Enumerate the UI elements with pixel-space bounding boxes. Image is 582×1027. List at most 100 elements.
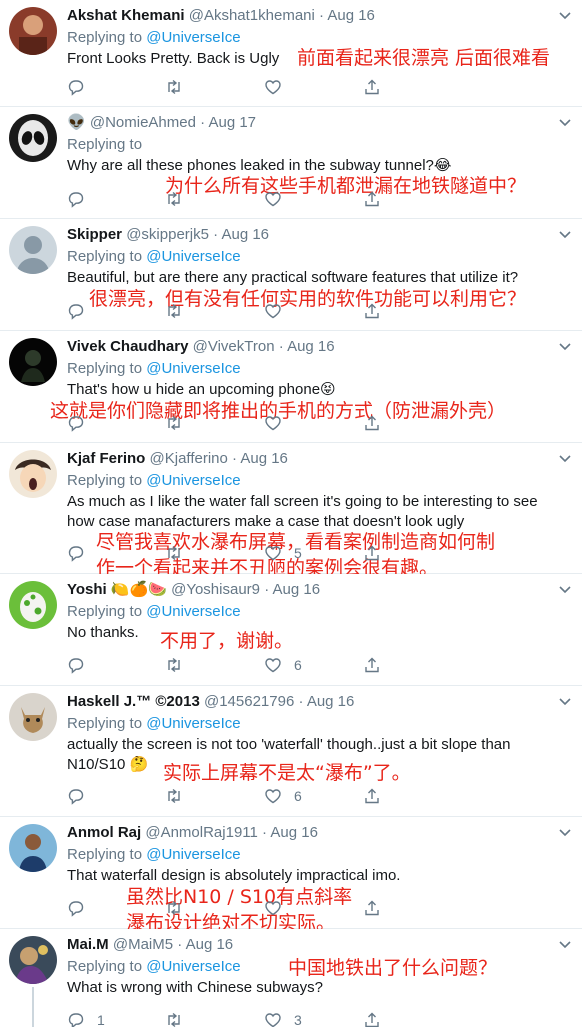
display-name[interactable]: Skipper [67,226,122,243]
avatar[interactable] [9,338,57,386]
share-button[interactable] [363,1010,381,1027]
display-name[interactable]: Kjaf Ferino [67,450,145,467]
share-button[interactable] [363,301,381,321]
avatar[interactable] [9,581,57,629]
user-handle[interactable]: @AnmolRaj1911 [145,824,258,841]
display-name[interactable]: Haskell J.™ ©2013 [67,693,200,710]
avatar[interactable] [9,824,57,872]
retweet-button[interactable] [165,189,195,209]
chevron-down-icon[interactable] [558,8,572,22]
display-name[interactable]: Vivek Chaudhary [67,338,188,355]
avatar[interactable] [9,7,57,55]
mention-link[interactable]: @UniverseIce [146,846,240,863]
tweet-actions [67,898,387,918]
retweet-button[interactable] [165,301,195,321]
reply-button[interactable] [67,413,97,433]
retweet-button[interactable] [165,786,195,806]
share-button[interactable] [363,413,381,433]
mention-link[interactable]: @UniverseIce [146,715,240,732]
reply-button[interactable] [67,786,97,806]
retweet-button[interactable] [165,1010,195,1027]
separator-dot: · [213,226,219,243]
mention-link[interactable]: @UniverseIce [146,472,240,489]
like-button[interactable]: 6 [264,655,302,675]
chevron-down-icon[interactable] [558,937,572,951]
tweet-date[interactable]: Aug 16 [270,824,318,841]
tweet-date[interactable]: Aug 16 [240,450,288,467]
user-handle[interactable]: @MaiM5 [113,936,173,953]
like-button[interactable]: 6 [264,786,302,806]
tweet-date[interactable]: Aug 16 [327,7,375,24]
display-name[interactable]: Yoshi 🍋🍊🍉 [67,581,167,598]
reply-button[interactable] [67,655,97,675]
chevron-down-icon[interactable] [558,582,572,596]
tweet-kjafferino[interactable]: Kjaf Ferino @Kjafferino · Aug 16 Replyin… [0,443,582,579]
tweet-skipper[interactable]: Skipper @skipperjk5 · Aug 16 Replying to… [0,219,582,331]
like-button[interactable] [264,898,294,918]
tweet-akshat[interactable]: Akshat Khemani @Akshat1khemani · Aug 16 … [0,0,582,107]
like-button[interactable] [264,189,294,209]
retweet-button[interactable] [165,655,195,675]
tweet-date[interactable]: Aug 16 [287,338,335,355]
avatar[interactable] [9,936,57,984]
display-name[interactable]: Anmol Raj [67,824,141,841]
mention-link[interactable]: @UniverseIce [146,603,240,620]
like-button[interactable]: 3 [264,1010,302,1027]
tweet-date[interactable]: Aug 16 [221,226,269,243]
user-handle[interactable]: @Yoshisaur9 [171,581,260,598]
reply-button[interactable] [67,301,97,321]
mention-link[interactable]: @UniverseIce [146,29,240,46]
reply-button[interactable] [67,77,97,97]
avatar[interactable] [9,114,57,162]
like-button[interactable]: 5 [264,543,302,563]
tweet-yoshisaur[interactable]: Yoshi 🍋🍊🍉 @Yoshisaur9 · Aug 16 Replying … [0,574,582,686]
avatar[interactable] [9,693,57,741]
reply-button[interactable] [67,543,97,563]
like-button[interactable] [264,413,294,433]
like-button[interactable] [264,77,294,97]
chevron-down-icon[interactable] [558,115,572,129]
tweet-date[interactable]: Aug 16 [186,936,234,953]
tweet-date[interactable]: Aug 17 [208,114,256,131]
share-button[interactable] [363,189,381,209]
avatar[interactable] [9,226,57,274]
retweet-button[interactable] [165,543,195,563]
share-button[interactable] [363,786,381,806]
chevron-down-icon[interactable] [558,694,572,708]
chevron-down-icon[interactable] [558,227,572,241]
mention-link[interactable]: @UniverseIce [146,958,240,975]
user-handle[interactable]: @skipperjk5 [126,226,209,243]
mention-link[interactable]: @UniverseIce [146,360,240,377]
share-button[interactable] [363,655,381,675]
user-handle[interactable]: @145621796 [204,693,294,710]
retweet-button[interactable] [165,77,195,97]
tweet-anmolraj[interactable]: Anmol Raj @AnmolRaj1911 · Aug 16 Replyin… [0,817,582,934]
retweet-button[interactable] [165,413,195,433]
display-name[interactable]: Mai.M [67,936,109,953]
share-button[interactable] [363,77,381,97]
tweet-date[interactable]: Aug 16 [273,581,321,598]
user-handle[interactable]: @Kjafferino [150,450,228,467]
user-handle[interactable]: @VivekTron [193,338,275,355]
reply-button[interactable] [67,898,97,918]
mention-link[interactable]: @UniverseIce [146,248,240,265]
reply-button[interactable]: 1 [67,1010,105,1027]
reply-button[interactable] [67,189,97,209]
share-button[interactable] [363,543,381,563]
chevron-down-icon[interactable] [558,825,572,839]
display-name[interactable]: Akshat Khemani [67,7,185,24]
chevron-down-icon[interactable] [558,339,572,353]
like-button[interactable] [264,301,294,321]
share-button[interactable] [363,898,381,918]
tweet-haskell[interactable]: Haskell J.™ ©2013 @145621796 · Aug 16 Re… [0,686,582,817]
chevron-down-icon[interactable] [558,451,572,465]
tweet-nomieahmed[interactable]: 👽 @NomieAhmed · Aug 17 Replying to Why a… [0,107,582,219]
replying-label: Replying to [67,715,143,732]
user-handle[interactable]: @Akshat1khemani [189,7,315,24]
tweet-date[interactable]: Aug 16 [307,693,355,710]
tweet-maim5[interactable]: Mai.M @MaiM5 · Aug 16 Replying to @Unive… [0,929,582,1027]
avatar[interactable] [9,450,57,498]
user-handle[interactable]: @NomieAhmed [90,114,196,131]
tweet-vivektron[interactable]: Vivek Chaudhary @VivekTron · Aug 16 Repl… [0,331,582,443]
retweet-button[interactable] [165,898,195,918]
